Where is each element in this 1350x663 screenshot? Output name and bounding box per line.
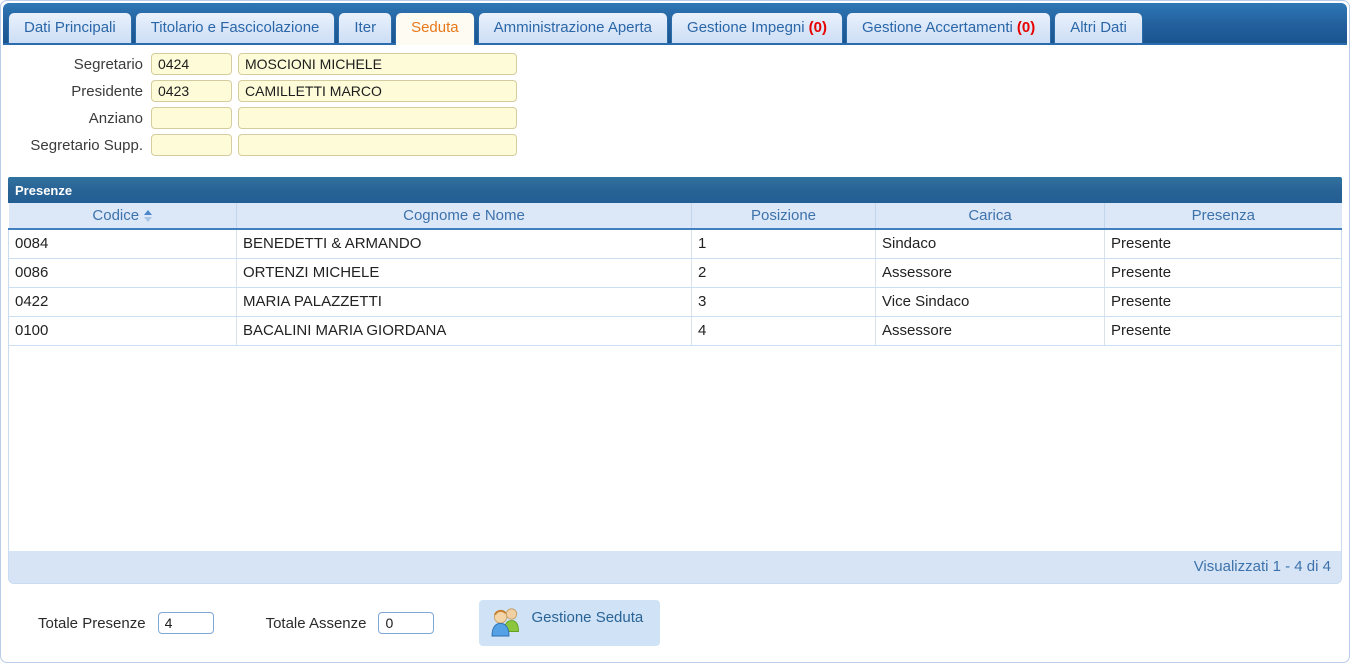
cell-carica: Vice Sindaco [875, 287, 1105, 317]
cell-cognome-e-nome: BACALINI MARIA GIORDANA [236, 316, 692, 346]
tab-label: Iter [354, 19, 377, 36]
cell-presenza: Presente [1104, 258, 1342, 288]
segretario-supp-label: Segretario Supp. [30, 136, 143, 154]
totale-assenze-label: Totale Assenze [265, 614, 367, 632]
segretario-label: Segretario [73, 55, 143, 73]
tab-badge-count: (0) [808, 19, 827, 36]
tab-seduta-active[interactable]: Seduta [395, 12, 475, 45]
form-row-presidente: Presidente [1, 80, 1349, 102]
tab-altri-dati[interactable]: Altri Dati [1054, 12, 1143, 43]
table-row[interactable]: 0100 BACALINI MARIA GIORDANA 4 Assessore… [8, 316, 1342, 346]
segretario-code-input[interactable] [151, 53, 232, 75]
tab-label: Gestione Impegni [687, 19, 805, 36]
tab-badge-count: (0) [1016, 19, 1036, 36]
people-icon [489, 606, 523, 637]
tab-label: Altri Dati [1070, 19, 1127, 36]
presenze-panel: Presenze Codice Cognome e Nome Posizione… [8, 177, 1342, 584]
anziano-code-input[interactable] [151, 107, 232, 129]
column-header-presenza[interactable]: Presenza [1104, 203, 1342, 230]
cell-cognome-e-nome: ORTENZI MICHELE [236, 258, 692, 288]
presenze-header-row: Codice Cognome e Nome Posizione Carica P… [8, 203, 1342, 230]
cell-cognome-e-nome: BENEDETTI & ARMANDO [236, 229, 692, 259]
cell-carica: Sindaco [875, 229, 1105, 259]
table-row[interactable]: 0084 BENEDETTI & ARMANDO 1 Sindaco Prese… [8, 229, 1342, 259]
cell-carica: Assessore [875, 316, 1105, 346]
anziano-name-input[interactable] [238, 107, 517, 129]
tab-dati-principali[interactable]: Dati Principali [8, 12, 132, 43]
column-header-label: Cognome e Nome [403, 207, 525, 224]
totals-bar: Totale Presenze Totale Assenze Gestione … [1, 584, 1349, 662]
gestione-seduta-label: Gestione Seduta [531, 609, 644, 626]
tab-amministrazione-aperta[interactable]: Amministrazione Aperta [477, 12, 669, 43]
grid-empty-area [8, 345, 1342, 551]
cell-codice: 0084 [8, 229, 237, 259]
officials-form: Segretario Presidente Anziano Segretario… [1, 45, 1349, 161]
totale-assenze-input[interactable] [378, 612, 435, 634]
column-header-cognome-e-nome[interactable]: Cognome e Nome [236, 203, 692, 230]
presidente-label: Presidente [71, 82, 143, 100]
gestione-seduta-button[interactable]: Gestione Seduta [479, 600, 661, 646]
segretario-supp-name-input[interactable] [238, 134, 517, 156]
column-header-label: Codice [92, 207, 140, 224]
cell-posizione: 4 [691, 316, 876, 346]
tab-gestione-impegni[interactable]: Gestione Impegni (0) [671, 12, 843, 43]
segretario-name-input[interactable] [238, 53, 517, 75]
presidente-name-input[interactable] [238, 80, 517, 102]
pagination-status: Visualizzati 1 - 4 di 4 [8, 551, 1342, 584]
tab-label: Amministrazione Aperta [493, 19, 653, 36]
tab-titolario-e-fascicolazione[interactable]: Titolario e Fascicolazione [134, 12, 336, 43]
tab-label: Seduta [411, 19, 459, 36]
cell-posizione: 1 [691, 229, 876, 259]
form-row-segretario-supp: Segretario Supp. [1, 134, 1349, 156]
table-row[interactable]: 0422 MARIA PALAZZETTI 3 Vice Sindaco Pre… [8, 287, 1342, 317]
tab-label: Titolario e Fascicolazione [150, 19, 320, 36]
column-header-carica[interactable]: Carica [875, 203, 1105, 230]
presidente-code-input[interactable] [151, 80, 232, 102]
presenze-table: Codice Cognome e Nome Posizione Carica P… [8, 203, 1342, 346]
cell-presenza: Presente [1104, 229, 1342, 259]
segretario-supp-code-input[interactable] [151, 134, 232, 156]
form-row-segretario: Segretario [1, 53, 1349, 75]
presenze-panel-title: Presenze [8, 177, 1342, 203]
tab-label: Gestione Accertamenti [861, 19, 1013, 36]
tab-gestione-accertamenti[interactable]: Gestione Accertamenti (0) [845, 12, 1052, 43]
cell-posizione: 3 [691, 287, 876, 317]
anziano-label: Anziano [88, 109, 143, 127]
tab-label: Dati Principali [24, 19, 116, 36]
cell-presenza: Presente [1104, 287, 1342, 317]
sort-icon [144, 209, 153, 222]
tab-bar: Dati Principali Titolario e Fascicolazio… [3, 3, 1347, 45]
page-container: Dati Principali Titolario e Fascicolazio… [0, 0, 1350, 663]
column-header-label: Carica [968, 207, 1012, 224]
cell-codice: 0086 [8, 258, 237, 288]
column-header-label: Posizione [750, 207, 817, 224]
totale-presenze-input[interactable] [157, 612, 214, 634]
cell-codice: 0422 [8, 287, 237, 317]
column-header-posizione[interactable]: Posizione [691, 203, 876, 230]
cell-cognome-e-nome: MARIA PALAZZETTI [236, 287, 692, 317]
cell-posizione: 2 [691, 258, 876, 288]
form-row-anziano: Anziano [1, 107, 1349, 129]
cell-codice: 0100 [8, 316, 237, 346]
column-header-codice[interactable]: Codice [8, 203, 237, 230]
column-header-label: Presenza [1191, 207, 1255, 224]
totale-presenze-label: Totale Presenze [38, 614, 146, 632]
tab-iter[interactable]: Iter [338, 12, 393, 43]
cell-carica: Assessore [875, 258, 1105, 288]
cell-presenza: Presente [1104, 316, 1342, 346]
table-row[interactable]: 0086 ORTENZI MICHELE 2 Assessore Present… [8, 258, 1342, 288]
